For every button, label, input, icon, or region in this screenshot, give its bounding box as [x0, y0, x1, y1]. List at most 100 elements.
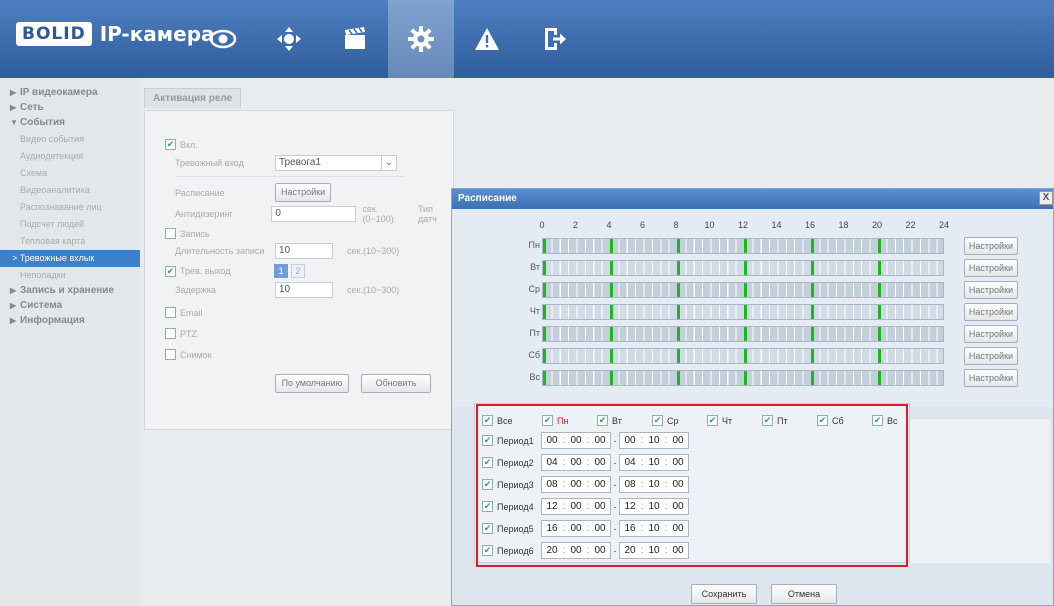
nav-playback[interactable] — [322, 0, 388, 78]
record-row: Запись — [165, 228, 210, 239]
sidebar-subitem-audio-detection[interactable]: Аудиодетекция — [0, 148, 140, 165]
day-setup-button[interactable]: Настройки — [964, 325, 1018, 343]
main-nav — [190, 0, 586, 78]
chevron-right-icon: ▶ — [10, 316, 17, 325]
sidebar-item-ip-camera[interactable]: ▶ IP видеокамера — [0, 86, 140, 100]
sidebar-subitem-people-counting[interactable]: Подсчет людей — [0, 216, 140, 233]
settings-panel: ✔ Вкл. Тревожный вход Тревога1 ⌄ Расписани… — [144, 110, 454, 430]
clapperboard-icon — [345, 27, 365, 49]
antidither-row: Антидизеринг 0 сек.(0~100) Тип датч — [175, 204, 437, 224]
schedule-period-mark — [811, 305, 814, 319]
schedule-grid: 0 2 4 6 8 10 12 14 16 18 20 22 24 Пн Настройки Вт Настр… — [452, 209, 1053, 407]
schedule-period-mark — [543, 239, 546, 253]
day-setup-button[interactable]: Настройки — [964, 303, 1018, 321]
refresh-button[interactable]: Обновить — [361, 374, 431, 393]
period-editor-spacer — [910, 419, 1050, 563]
tab-relay-activation[interactable]: Активация реле — [144, 88, 242, 108]
logo-brand: BOLID — [16, 22, 92, 46]
nav-alarm[interactable] — [454, 0, 520, 78]
day-label: Пн — [528, 240, 540, 250]
ptz-row: PTZ — [165, 328, 197, 339]
schedule-period-mark — [811, 261, 814, 275]
dialog-title: Расписание — [458, 193, 517, 204]
gear-icon — [408, 26, 434, 52]
sidebar-subitem-face-recognition[interactable]: Распознавание лиц — [0, 199, 140, 216]
schedule-period-mark — [878, 283, 881, 297]
schedule-setup-button[interactable]: Настройки — [275, 183, 332, 202]
hour-label: 0 — [539, 220, 545, 230]
nav-settings[interactable] — [388, 0, 454, 78]
day-timeline[interactable] — [542, 304, 944, 320]
day-timeline[interactable] — [542, 282, 944, 298]
nav-live-view[interactable] — [190, 0, 256, 78]
day-setup-button[interactable]: Настройки — [964, 347, 1018, 365]
delay-row: Задержка 10 сек.(10~300) — [175, 282, 399, 298]
day-setup-button[interactable]: Настройки — [964, 237, 1018, 255]
hour-label: 20 — [871, 220, 882, 230]
nav-ptz[interactable] — [256, 0, 322, 78]
schedule-period-mark — [744, 305, 747, 319]
chevron-down-icon: ⌄ — [380, 156, 396, 170]
day-label: Вс — [529, 372, 540, 382]
antidither-input[interactable]: 0 — [271, 206, 357, 222]
day-label: Вт — [530, 262, 540, 272]
nav-logout[interactable] — [520, 0, 586, 78]
enable-checkbox[interactable]: ✔ — [165, 139, 176, 150]
divider — [175, 176, 405, 177]
email-checkbox[interactable] — [165, 307, 176, 318]
cancel-button[interactable]: Отмена — [771, 584, 837, 604]
sidebar-subitem-video-events[interactable]: Видео события — [0, 131, 140, 148]
day-setup-button[interactable]: Настройки — [964, 281, 1018, 299]
sidebar-item-network[interactable]: ▶ Сеть — [0, 101, 140, 115]
day-setup-button[interactable]: Настройки — [964, 369, 1018, 387]
alarm-out-1-button[interactable]: 1 — [274, 264, 288, 278]
schedule-period-mark — [610, 283, 613, 297]
day-timeline[interactable] — [542, 238, 944, 254]
schedule-period-mark — [610, 327, 613, 341]
schedule-period-mark — [543, 305, 546, 319]
sidebar-item-events[interactable]: ▼ События — [0, 116, 140, 130]
schedule-period-mark — [878, 327, 881, 341]
tab-bar: Активация реле — [144, 88, 242, 110]
schedule-period-mark — [677, 261, 680, 275]
sidebar-subitem-alarm-inputs[interactable]: > Тревожные вхлык — [0, 250, 140, 267]
day-timeline[interactable] — [542, 348, 944, 364]
default-button[interactable]: По умолчанию — [275, 374, 349, 393]
logo: BOLID IP-камера — [16, 20, 215, 48]
save-button[interactable]: Сохранить — [691, 584, 757, 604]
hour-label: 6 — [639, 220, 645, 230]
chevron-right-icon: ▶ — [10, 103, 17, 112]
delay-input[interactable]: 10 — [275, 282, 333, 298]
hour-label: 14 — [771, 220, 782, 230]
alarm-out-2-button[interactable]: 2 — [291, 264, 305, 278]
day-label: Чт — [529, 306, 540, 316]
sidebar-item-info[interactable]: ▶ Информация — [0, 314, 140, 328]
schedule-period-mark — [744, 371, 747, 385]
sidebar-subitem-heat-map[interactable]: Тепловая карта — [0, 233, 140, 250]
alarm-input-select[interactable]: Тревога1 ⌄ — [275, 155, 397, 171]
sidebar-subitem-faults[interactable]: Неполадки — [0, 267, 140, 284]
snapshot-checkbox[interactable] — [165, 349, 176, 360]
day-timeline[interactable] — [542, 260, 944, 276]
day-timeline[interactable] — [542, 326, 944, 342]
chevron-right-icon: ▶ — [10, 301, 17, 310]
day-timeline[interactable] — [542, 370, 944, 386]
schedule-period-mark — [811, 283, 814, 297]
enable-row: ✔ Вкл. — [165, 139, 198, 150]
schedule-period-mark — [543, 371, 546, 385]
record-checkbox[interactable] — [165, 228, 176, 239]
duration-input[interactable]: 10 — [275, 243, 333, 259]
ptz-joystick-icon — [277, 27, 301, 51]
close-icon[interactable]: X — [1039, 191, 1053, 205]
schedule-period-mark — [811, 371, 814, 385]
alarm-out-checkbox[interactable]: ✔ — [165, 265, 176, 277]
sidebar-subitem-video-analytics[interactable]: Видеоаналитика — [0, 182, 140, 199]
sidebar-item-storage[interactable]: ▶ Запись и хранение — [0, 284, 140, 298]
schedule-period-mark — [811, 239, 814, 253]
sidebar-item-system[interactable]: ▶ Система — [0, 299, 140, 313]
ptz-checkbox[interactable] — [165, 328, 176, 339]
day-setup-button[interactable]: Настройки — [964, 259, 1018, 277]
alarm-input-row: Тревожный вход Тревога1 ⌄ — [175, 155, 397, 171]
highlight-frame — [476, 404, 908, 567]
sidebar-subitem-scheme[interactable]: Схема — [0, 165, 140, 182]
